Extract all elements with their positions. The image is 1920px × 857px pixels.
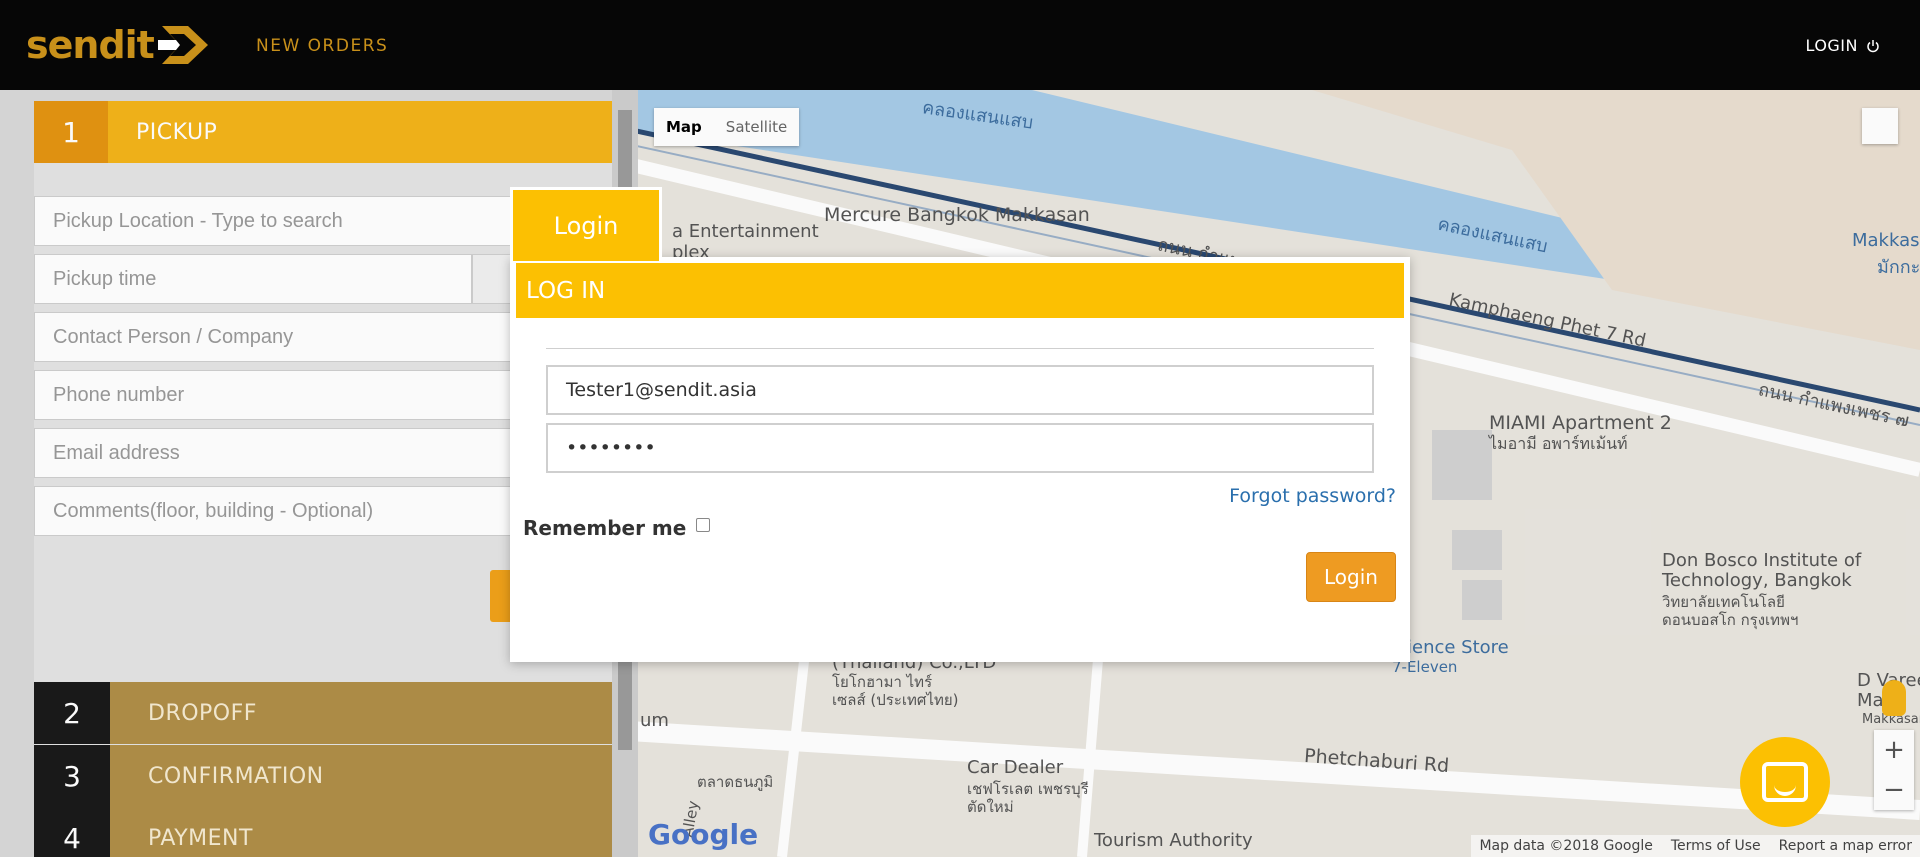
step-label: DROPOFF <box>148 700 257 726</box>
pickup-time-input[interactable]: Pickup time <box>34 254 472 304</box>
nav-login-label: LOGIN <box>1805 36 1858 55</box>
street-view-pegman-icon[interactable] <box>1882 680 1906 716</box>
map-label: Car Dealer <box>967 757 1064 778</box>
chat-icon <box>1762 762 1808 802</box>
remember-me: Remember me <box>523 516 711 540</box>
fullscreen-icon[interactable] <box>1862 108 1898 144</box>
step-payment-header[interactable]: 4 PAYMENT <box>34 807 612 857</box>
step-dropoff-header[interactable]: 2 DROPOFF <box>34 682 612 744</box>
map-label: ตลาดธนภูมิ <box>697 773 774 791</box>
map-label: ience Store <box>1407 637 1509 658</box>
remember-me-label: Remember me <box>523 516 687 540</box>
top-navbar: sendit NEW ORDERS LOGIN <box>0 0 1920 90</box>
login-tab[interactable]: Login <box>510 187 662 261</box>
map-label: มักกะ <box>1877 257 1920 278</box>
map-data-text: Map data ©2018 Google <box>1479 838 1653 854</box>
logo-arrow-icon <box>157 26 208 64</box>
forgot-password-link[interactable]: Forgot password? <box>1229 485 1396 507</box>
map-label: Makkas <box>1852 230 1920 251</box>
report-map-error-link[interactable]: Report a map error <box>1779 838 1912 854</box>
modal-title: LOG IN <box>516 263 1404 318</box>
step-label: PAYMENT <box>148 825 253 851</box>
map-label: Don Bosco Institute of <box>1662 550 1862 571</box>
map-type-map-button[interactable]: Map <box>654 108 714 146</box>
map-label: เซลส์ (ประเทศไทย) <box>832 691 959 709</box>
map-label: Mercure Bangkok Makkasan <box>824 204 1090 226</box>
step-number: 1 <box>34 101 108 163</box>
step-number: 2 <box>34 682 110 744</box>
map-type-toggle: Map Satellite <box>654 108 800 146</box>
map-label: MIAMI Apartment 2 <box>1489 412 1672 434</box>
map-label: Technology, Bangkok <box>1662 570 1852 591</box>
login-button[interactable]: Login <box>1306 552 1396 602</box>
google-logo: Google <box>648 818 759 851</box>
step-pickup-header[interactable]: 1 PICKUP <box>34 101 612 163</box>
zoom-in-button[interactable]: + <box>1874 730 1914 770</box>
password-field[interactable]: •••••••• <box>546 423 1374 473</box>
zoom-out-button[interactable]: − <box>1874 770 1914 810</box>
step-number: 4 <box>34 807 110 857</box>
chat-launcher-button[interactable] <box>1740 737 1830 827</box>
remember-me-checkbox[interactable] <box>696 518 711 532</box>
map-label: ดอนบอสโก กรุงเทพฯ <box>1662 611 1799 629</box>
email-field[interactable]: Tester1@sendit.asia <box>546 365 1374 415</box>
step-label: PICKUP <box>136 119 218 145</box>
divider <box>546 348 1374 349</box>
nav-login[interactable]: LOGIN <box>1805 36 1880 55</box>
map-label: ไมอามี อพาร์ทเม้นท์ <box>1489 434 1628 453</box>
map-type-satellite-button[interactable]: Satellite <box>714 108 799 146</box>
sendit-logo[interactable]: sendit <box>26 20 212 70</box>
logo-text: sendit <box>26 23 155 67</box>
map-label: Tourism Authority <box>1094 830 1253 851</box>
step-confirmation-header[interactable]: 3 CONFIRMATION <box>34 745 612 807</box>
power-icon <box>1867 39 1879 52</box>
map-label: ตัดใหม่ <box>967 798 1014 816</box>
step-number: 3 <box>34 745 110 807</box>
nav-new-orders[interactable]: NEW ORDERS <box>256 36 388 56</box>
map-label: a Entertainment <box>672 221 819 242</box>
map-zoom-control: + − <box>1874 730 1914 810</box>
login-modal: LOG IN Tester1@sendit.asia •••••••• Forg… <box>510 257 1410 662</box>
map-footer: Map data ©2018 Google Terms of Use Repor… <box>1471 835 1920 857</box>
step-label: CONFIRMATION <box>148 763 324 789</box>
terms-link[interactable]: Terms of Use <box>1671 838 1761 854</box>
map-label: um <box>640 710 669 731</box>
